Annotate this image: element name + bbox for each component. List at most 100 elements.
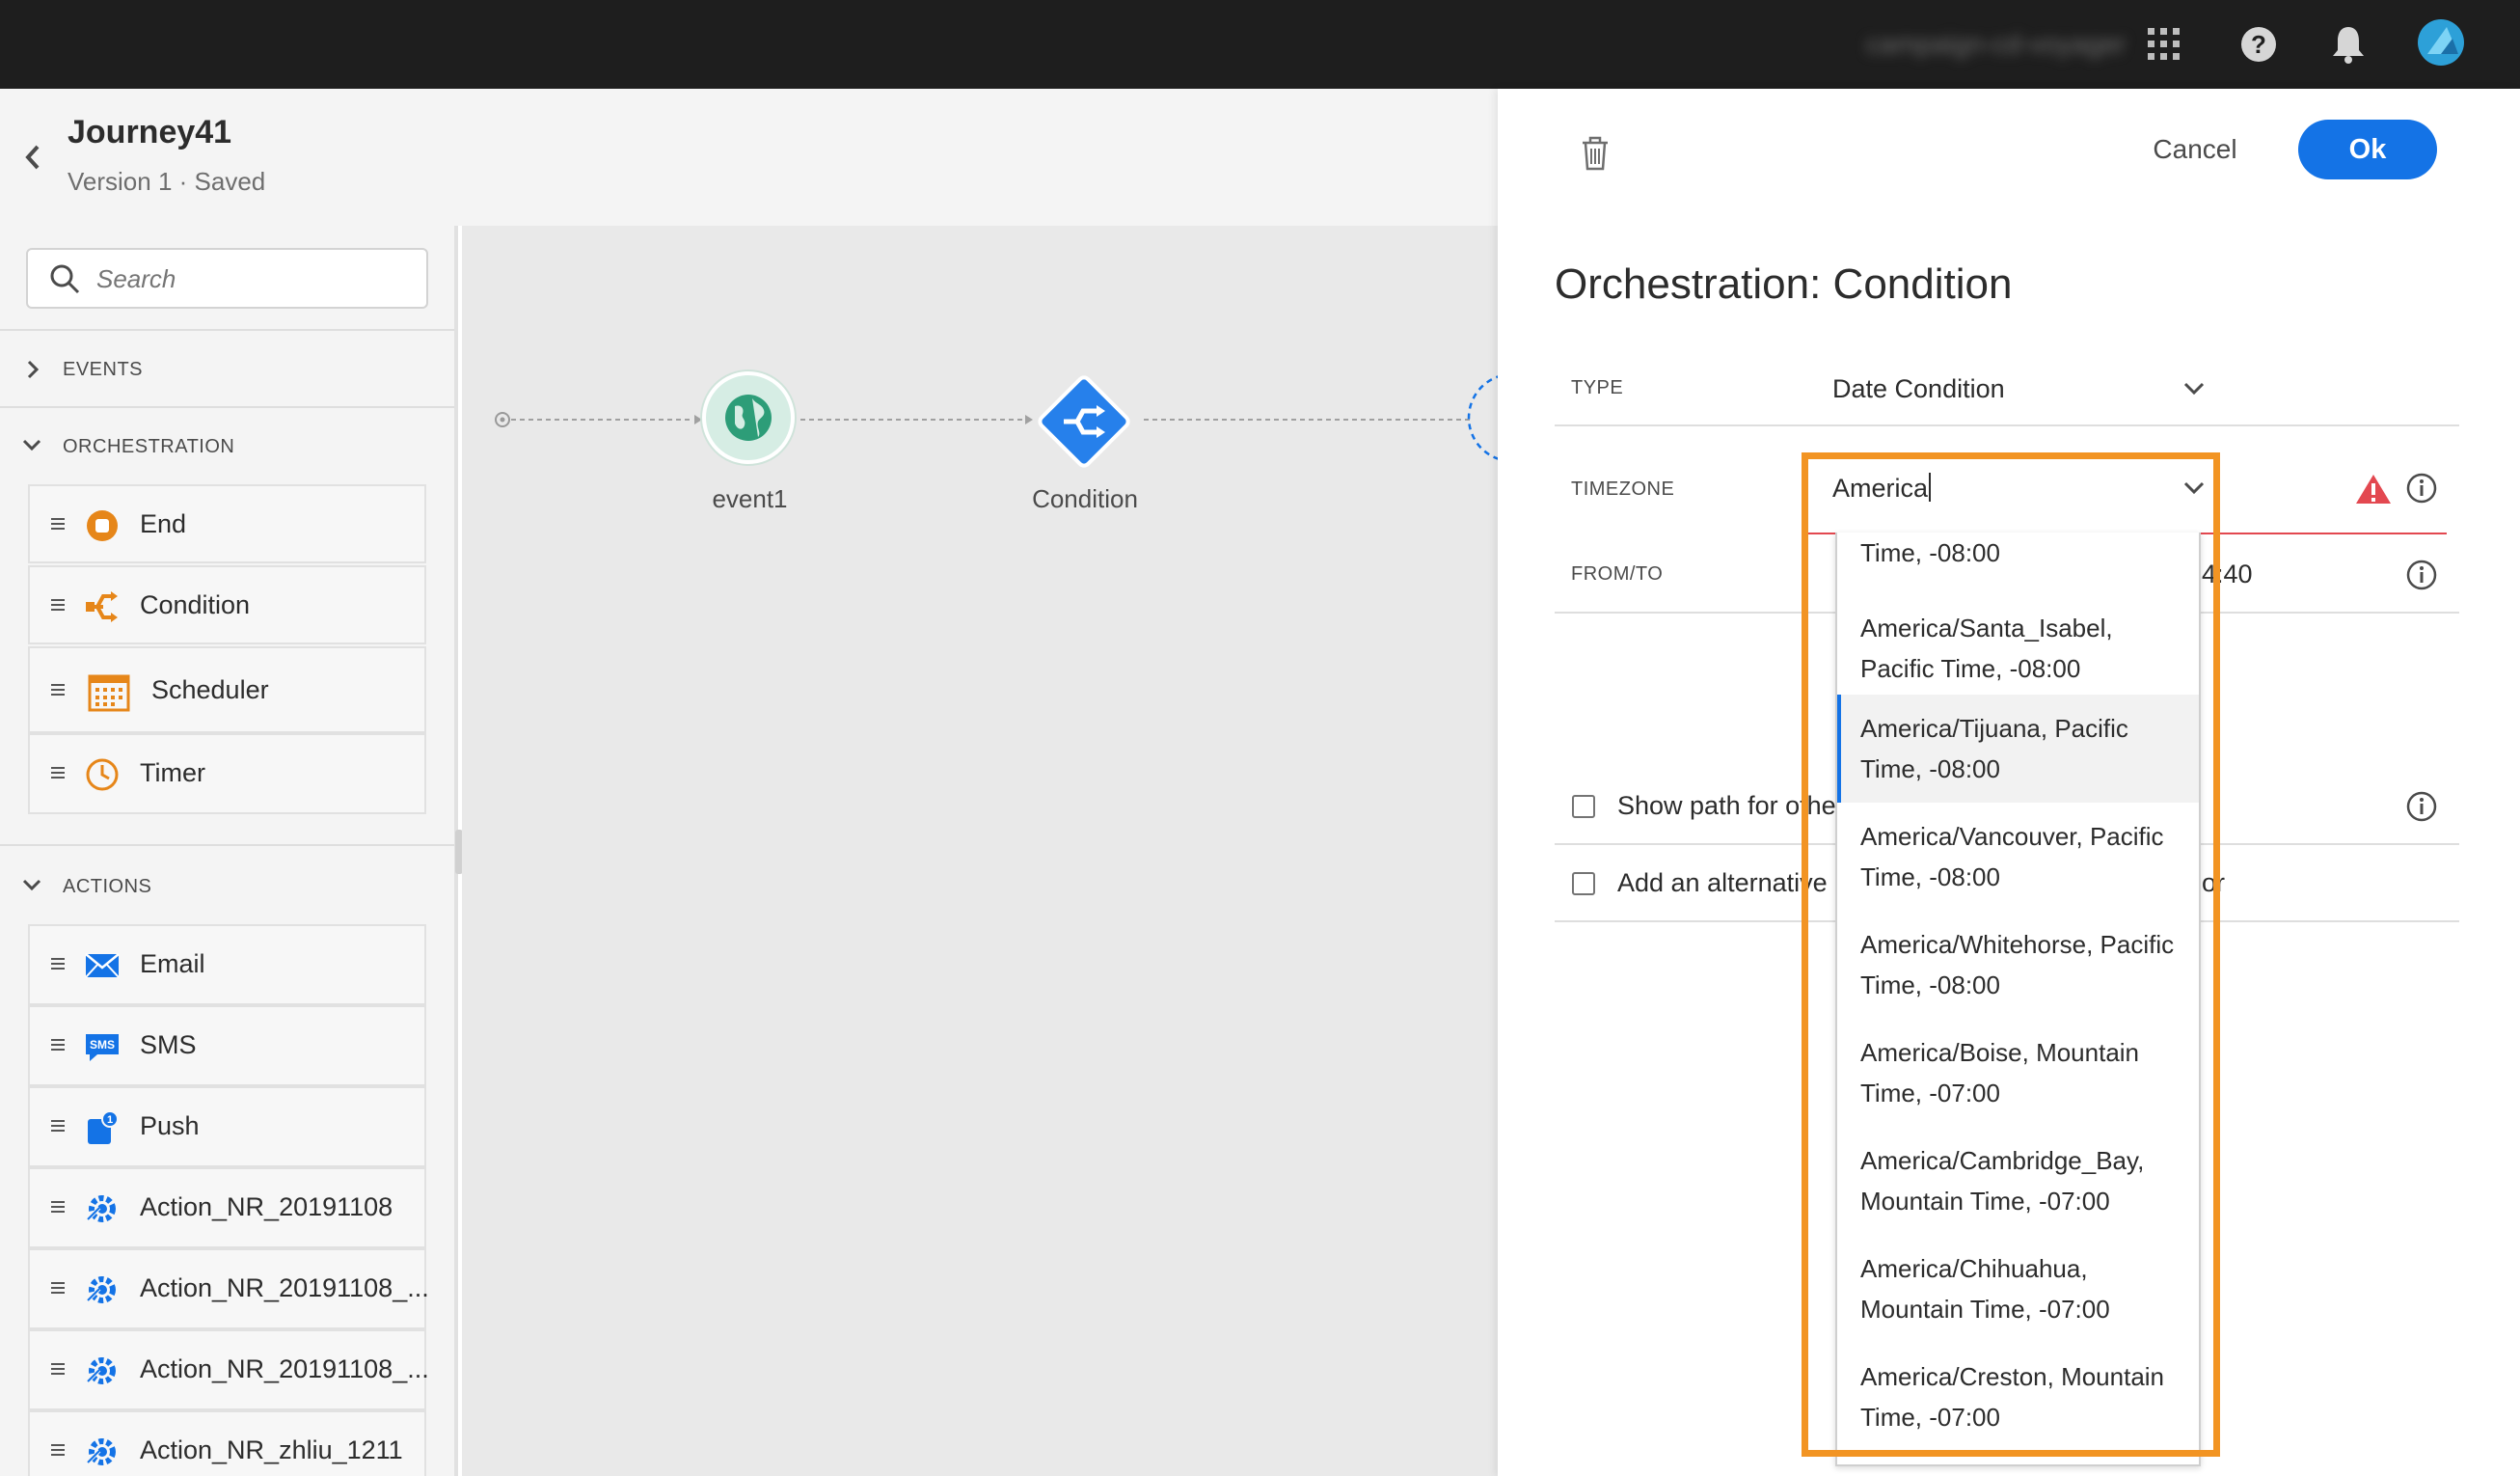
sms-icon: SMS: [86, 1034, 119, 1061]
timezone-option-line: Pacific Time, -08:00: [1860, 654, 2081, 683]
timezone-option-line: America/Tijuana, Pacific: [1860, 714, 2128, 743]
palette-divider: [0, 329, 454, 331]
chevron-right-icon[interactable]: [24, 359, 41, 380]
section-events[interactable]: EVENTS: [63, 359, 143, 381]
info-icon[interactable]: [2405, 790, 2438, 823]
timezone-dropdown-list[interactable]: Time, -08:00 America/Santa_Isabel, Pacifi…: [1835, 533, 2201, 1466]
clock-icon: [86, 758, 119, 791]
palette-item-end[interactable]: End: [28, 484, 426, 563]
ok-button[interactable]: Ok: [2298, 120, 2437, 179]
timezone-option[interactable]: Time, -08:00: [1837, 533, 2199, 590]
chevron-down-icon[interactable]: [2181, 480, 2207, 496]
drag-handle-icon[interactable]: [51, 1444, 65, 1456]
info-icon[interactable]: [2405, 472, 2438, 505]
timezone-option[interactable]: America/Cambridge_Bay, Mountain Time, -07…: [1837, 1127, 2199, 1235]
timezone-option[interactable]: America/Whitehorse, Pacific Time, -08:00: [1837, 911, 2199, 1019]
help-icon[interactable]: ?: [2240, 26, 2277, 63]
custom-action-icon: [86, 1438, 116, 1465]
fromto-label: FROM/TO: [1571, 563, 1664, 585]
palette-item-email[interactable]: Email: [28, 924, 426, 1005]
info-icon[interactable]: [2405, 559, 2438, 591]
custom-action-icon: [86, 1357, 116, 1384]
drag-handle-icon[interactable]: [51, 767, 65, 779]
chevron-down-icon[interactable]: [21, 876, 42, 893]
timezone-option[interactable]: America/Chihuahua, Mountain Time, -07:00: [1837, 1235, 2199, 1343]
drag-handle-icon[interactable]: [51, 1039, 65, 1051]
trash-icon[interactable]: [1579, 135, 1612, 172]
palette-item-label: Action_NR_20191108: [140, 1192, 393, 1221]
timezone-option-line: Time, -08:00: [1860, 862, 2000, 891]
fromto-value[interactable]: 4:40: [2202, 560, 2253, 589]
org-name[interactable]: campaign-cd-voyager: [1866, 29, 2126, 62]
type-select[interactable]: Date Condition: [1832, 374, 2005, 404]
custom-action-icon: [86, 1195, 116, 1222]
drag-handle-icon[interactable]: [51, 684, 65, 696]
palette-item-custom-action[interactable]: Action_NR_zhliu_1211: [28, 1410, 426, 1476]
search-input[interactable]: [95, 255, 417, 303]
show-path-checkbox[interactable]: [1572, 795, 1595, 818]
timezone-option-line: Mountain Time, -07:00: [1860, 1187, 2110, 1216]
timezone-option[interactable]: America/Creston, Mountain Time, -07:00: [1837, 1343, 2199, 1451]
journey-status: Version 1 · Saved: [68, 167, 266, 196]
timezone-input-value[interactable]: America: [1832, 474, 1928, 503]
chevron-down-icon[interactable]: [21, 436, 42, 453]
timezone-option-line: America/Whitehorse, Pacific: [1860, 930, 2175, 959]
globe-icon: [725, 395, 772, 441]
condition-node[interactable]: [1029, 367, 1139, 477]
section-orchestration[interactable]: ORCHESTRATION: [63, 436, 234, 458]
journey-title: Journey41: [68, 114, 232, 150]
drag-handle-icon[interactable]: [51, 1201, 65, 1213]
palette-item-label: Condition: [140, 590, 251, 619]
drag-handle-icon[interactable]: [51, 1363, 65, 1375]
timezone-option-line: America/Creston, Mountain: [1860, 1362, 2165, 1391]
palette-item-label: Email: [140, 949, 205, 978]
condition-icon: [86, 591, 118, 622]
drag-handle-icon[interactable]: [51, 1282, 65, 1294]
alternative-path-checkbox[interactable]: [1572, 872, 1595, 895]
palette-item-custom-action[interactable]: Action_NR_20191108: [28, 1167, 426, 1248]
drag-handle-icon[interactable]: [51, 1120, 65, 1132]
palette-item-label: End: [140, 509, 187, 538]
timezone-option-line: Time, -07:00: [1860, 1079, 2000, 1107]
palette-item-timer[interactable]: Timer: [28, 733, 426, 814]
apps-icon[interactable]: [2148, 28, 2181, 61]
cancel-button[interactable]: Cancel: [2141, 125, 2249, 174]
palette-item-sms[interactable]: SMS SMS: [28, 1005, 426, 1086]
drag-handle-icon[interactable]: [51, 518, 65, 530]
palette-item-custom-action[interactable]: Action_NR_20191108_...: [28, 1329, 429, 1410]
email-icon: [85, 953, 120, 978]
section-actions[interactable]: ACTIONS: [63, 876, 151, 898]
palette-item-label: Scheduler: [151, 675, 269, 704]
search-icon: [50, 264, 80, 294]
timezone-option-line: Time, -08:00: [1860, 754, 2000, 783]
palette-item-custom-action[interactable]: Action_NR_20191108_...: [28, 1248, 429, 1329]
timezone-option[interactable]: America/Santa_Isabel, Pacific Time, -08:0…: [1837, 596, 2199, 700]
back-chevron-icon[interactable]: [21, 143, 44, 172]
chevron-down-icon[interactable]: [2181, 381, 2207, 396]
event-node[interactable]: [702, 371, 795, 464]
alternative-path-label: Add an alternative p: [1617, 868, 1850, 897]
avatar[interactable]: [2418, 19, 2464, 66]
timezone-option[interactable]: America/Vancouver, Pacific Time, -08:00: [1837, 803, 2199, 911]
palette-item-scheduler[interactable]: Scheduler: [28, 646, 426, 733]
palette-divider: [0, 406, 454, 408]
timezone-option-line: Mountain Time, -07:00: [1860, 1295, 2110, 1324]
palette-divider: [0, 844, 454, 846]
palette-item-push[interactable]: 1 Push: [28, 1086, 426, 1167]
timezone-option-selected[interactable]: America/Tijuana, Pacific Time, -08:00: [1837, 695, 2199, 803]
timezone-input[interactable]: America: [1832, 473, 1932, 504]
bell-icon[interactable]: [2330, 24, 2367, 65]
palette-item-label: Push: [140, 1111, 200, 1140]
type-label: TYPE: [1571, 377, 1624, 398]
palette-item-condition[interactable]: Condition: [28, 565, 426, 644]
timezone-option[interactable]: America/Boise, Mountain Time, -07:00: [1837, 1019, 2199, 1127]
flow-connector: [495, 412, 1474, 427]
end-icon: [87, 510, 118, 541]
drag-handle-icon[interactable]: [51, 599, 65, 611]
timezone-label: TIMEZONE: [1571, 478, 1675, 500]
panel-title: Orchestration: Condition: [1555, 260, 2013, 308]
next-node-placeholder[interactable]: [1466, 371, 1498, 464]
drag-handle-icon[interactable]: [51, 958, 65, 970]
condition-node-label: Condition: [1032, 484, 1138, 513]
calendar-icon: [88, 674, 130, 712]
